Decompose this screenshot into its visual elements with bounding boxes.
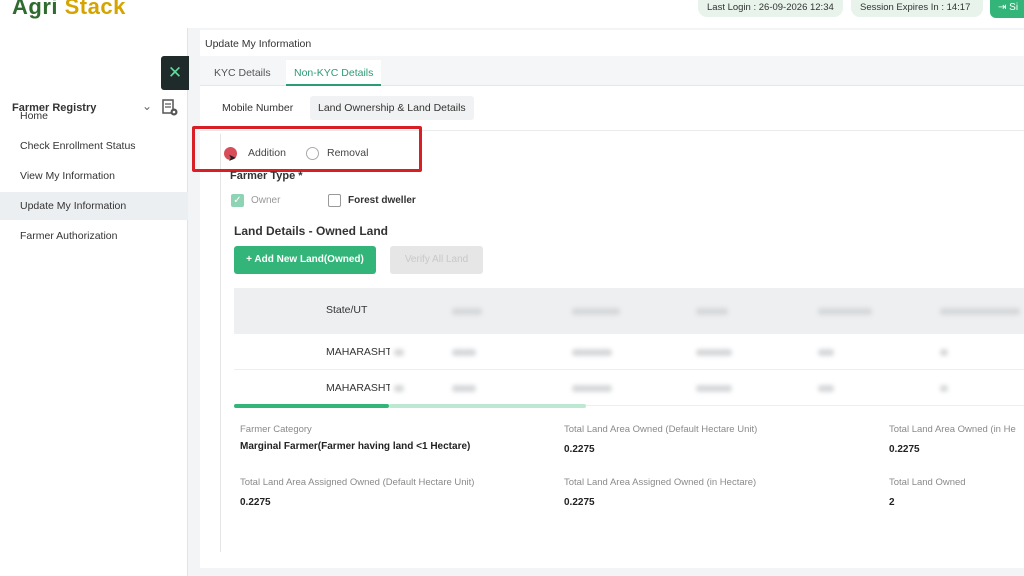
page-title: Update My Information — [205, 38, 312, 50]
highlight-box — [192, 126, 422, 172]
close-icon: ✕ — [167, 63, 183, 82]
assigned-hectare-value: 0.2275 — [564, 497, 595, 508]
farmer-category-value: Marginal Farmer(Farmer having land <1 He… — [240, 441, 471, 452]
total-area-hectare-value: 0.2275 — [889, 444, 920, 455]
subtab-mobile-number[interactable]: Mobile Number — [214, 96, 301, 120]
blurred-cell — [696, 385, 732, 392]
sign-out-button[interactable]: ⇥ Si — [990, 0, 1024, 18]
sidebar-item-farmer-authorization[interactable]: Farmer Authorization — [0, 222, 188, 250]
table-row[interactable]: MAHARASHTRA — [234, 370, 1024, 406]
land-table: State/UT MAHARASHTRA MAHARASHTRA — [234, 288, 1024, 406]
blurred-cell — [572, 349, 612, 356]
session-expiry-badge: Session Expires In : 14:17 — [851, 0, 983, 17]
owner-label: Owner — [251, 195, 281, 206]
sign-out-label: Si — [1009, 2, 1019, 13]
sidebar-item-update-my-information[interactable]: Update My Information — [0, 192, 188, 220]
state-cell: MAHARASHTRA — [326, 346, 390, 358]
close-sidebar-button[interactable]: ✕ — [161, 56, 189, 90]
blurred-cell — [452, 349, 476, 356]
agristack-logo[interactable]: Agri Stack — [12, 0, 126, 20]
farmer-category-label: Farmer Category — [240, 424, 312, 435]
blurred-cell — [452, 385, 476, 392]
total-area-default-label: Total Land Area Owned (Default Hectare U… — [564, 424, 758, 435]
state-cell: MAHARASHTRA — [326, 382, 390, 394]
column-header-state: State/UT — [326, 304, 368, 316]
blurred-header-cell — [572, 308, 620, 315]
blurred-header-cell — [940, 308, 1020, 315]
add-new-land-button[interactable]: + Add New Land(Owned) — [234, 246, 376, 274]
content-left-border — [220, 134, 221, 552]
sidebar: ✕ Farmer Registry ⌄ Home Check Enrollmen… — [0, 28, 189, 576]
subtab-land-ownership[interactable]: Land Ownership & Land Details — [310, 96, 474, 120]
blurred-cell — [818, 385, 834, 392]
tab-kyc-details[interactable]: KYC Details — [206, 60, 279, 86]
verify-all-land-button[interactable]: Verify All Land — [390, 246, 483, 274]
table-horizontal-scrollbar[interactable] — [234, 404, 586, 408]
last-login-badge: Last Login : 26-09-2026 12:34 — [698, 0, 843, 17]
assigned-default-value: 0.2275 — [240, 497, 271, 508]
forest-dweller-checkbox[interactable] — [328, 194, 341, 207]
blurred-cell — [394, 385, 404, 392]
sidebar-item-home[interactable]: Home — [0, 102, 188, 130]
total-area-default-value: 0.2275 — [564, 444, 595, 455]
blurred-cell — [940, 349, 948, 356]
sign-out-icon: ⇥ — [998, 2, 1010, 13]
sidebar-item-view-my-information[interactable]: View My Information — [0, 162, 188, 190]
scrollbar-thumb[interactable] — [234, 404, 389, 408]
blurred-cell — [818, 349, 834, 356]
total-area-hectare-label: Total Land Area Owned (in He — [889, 424, 1016, 435]
farmer-type-title: Farmer Type * — [230, 170, 303, 182]
blurred-cell — [394, 349, 404, 356]
tab-non-kyc-details[interactable]: Non-KYC Details — [286, 60, 382, 86]
land-details-title: Land Details - Owned Land — [234, 224, 389, 238]
total-land-owned-value: 2 — [889, 497, 895, 508]
logo-stack-text: Stack — [64, 0, 126, 19]
blurred-header-cell — [696, 308, 728, 315]
table-header: State/UT — [234, 288, 1024, 334]
forest-dweller-label: Forest dweller — [348, 195, 416, 206]
sidebar-item-check-enrollment-status[interactable]: Check Enrollment Status — [0, 132, 188, 160]
logo-agri-text: Agri — [12, 0, 58, 19]
blurred-cell — [940, 385, 948, 392]
blurred-cell — [696, 349, 732, 356]
main-content: Update My Information KYC Details Non-KY… — [192, 30, 1024, 568]
scrollbar-fade — [389, 404, 586, 408]
owner-checkbox[interactable]: ✓ — [231, 194, 244, 207]
assigned-default-label: Total Land Area Assigned Owned (Default … — [240, 477, 475, 488]
top-bar: Agri Stack Last Login : 26-09-2026 12:34… — [0, 0, 1024, 28]
blurred-cell — [572, 385, 612, 392]
blurred-header-cell — [818, 308, 872, 315]
assigned-hectare-label: Total Land Area Assigned Owned (in Hecta… — [564, 477, 757, 488]
table-row[interactable]: MAHARASHTRA — [234, 334, 1024, 370]
blurred-header-cell — [452, 308, 482, 315]
total-land-owned-label: Total Land Owned — [889, 477, 966, 488]
